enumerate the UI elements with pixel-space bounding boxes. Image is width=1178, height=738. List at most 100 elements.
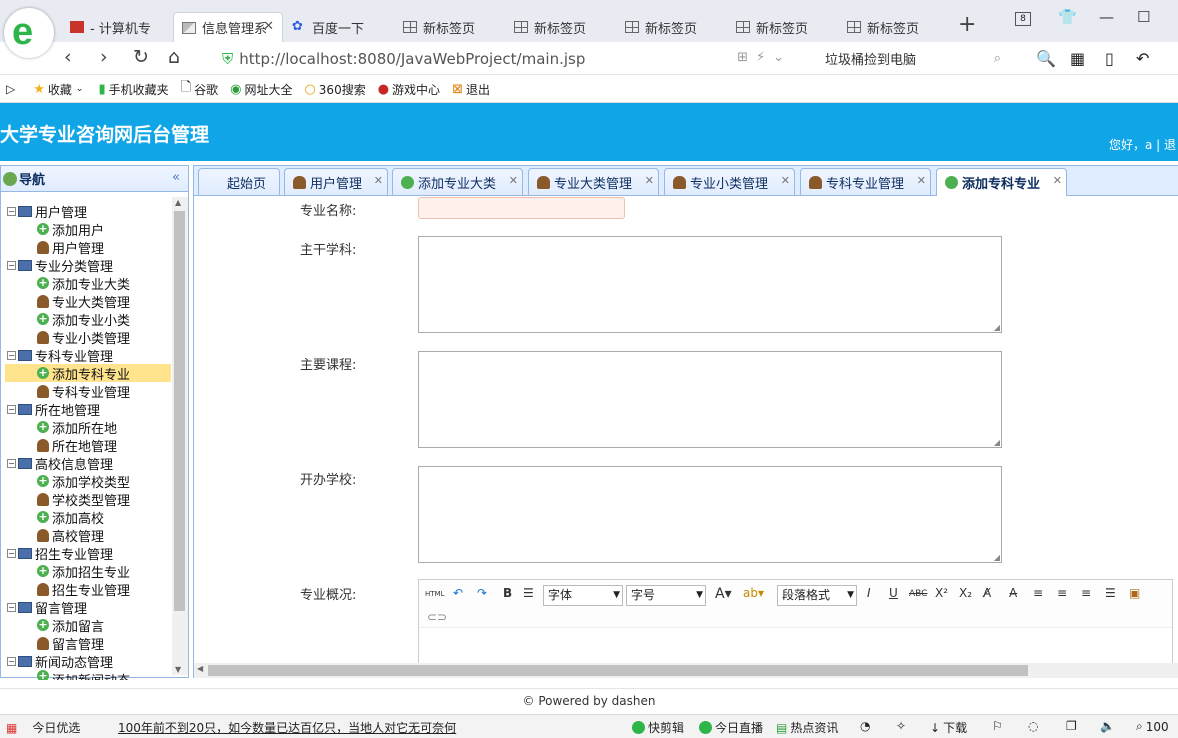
scrollbar-thumb[interactable] [174, 211, 185, 611]
main-courses-textarea[interactable]: ◢ [418, 351, 1002, 448]
tab-add-major-category[interactable]: 添加专业大类 ✕ [392, 168, 523, 195]
hot-news-item[interactable]: ▤ 热点资讯 [776, 719, 838, 736]
browser-tab[interactable]: 新标签页 [839, 12, 949, 42]
live-item[interactable]: 今日直播 [699, 719, 763, 736]
bookmark-360-search[interactable]: ○ 360搜索 [304, 81, 365, 98]
collapse-node-icon[interactable]: − [7, 458, 16, 468]
shirt-icon[interactable]: 👕 [1058, 8, 1077, 26]
search-input[interactable]: 垃圾桶捡到电脑 ⌕ [815, 45, 1005, 72]
collapse-node-icon[interactable]: − [7, 206, 16, 216]
search-icon[interactable]: ⌕ [994, 51, 1001, 66]
tab-specialty-management[interactable]: 专科专业管理 ✕ [800, 168, 931, 195]
browser-tab[interactable]: - 计算机专 [62, 12, 172, 42]
superscript-icon[interactable]: X² [935, 586, 948, 600]
sidebar-toggle-icon[interactable]: ▷ [6, 82, 15, 96]
strikethrough-icon[interactable]: ABC [909, 589, 927, 599]
close-tab-icon[interactable]: ✕ [1053, 174, 1062, 187]
back-icon[interactable]: ‹ [64, 46, 72, 68]
home-icon[interactable]: ⌂ [168, 46, 180, 68]
tree-item[interactable]: + 添加用户 [1, 220, 171, 239]
underline-icon[interactable]: U [889, 586, 898, 600]
close-tab-icon[interactable]: ✕ [917, 174, 926, 187]
browser-logo-icon[interactable]: e [4, 8, 54, 58]
tree-node-location-management[interactable]: − 所在地管理 [1, 400, 171, 419]
align-right-icon[interactable]: ≡ [1081, 586, 1091, 600]
browser-icon[interactable]: ◌ [1028, 719, 1038, 733]
volume-icon[interactable]: 🔈 [1100, 719, 1115, 733]
link-icon[interactable]: ⊂⊃ [427, 610, 447, 624]
browser-tab[interactable]: 新标签页 [395, 12, 505, 42]
tree-item[interactable]: 学校类型管理 [1, 490, 171, 509]
insert-image-icon[interactable]: ▣ [1129, 586, 1140, 600]
tree-item[interactable]: 专科专业管理 [1, 382, 171, 401]
resize-grip-icon[interactable]: ◢ [994, 323, 1000, 332]
status-icon[interactable]: ◔ [860, 719, 870, 733]
bookmark-favorites[interactable]: ★ 收藏 ⌄ [33, 81, 86, 98]
resize-grip-icon[interactable]: ◢ [994, 438, 1000, 447]
tree-scrollbar[interactable]: ▲ ▼ [172, 197, 188, 675]
scroll-up-arrow-icon[interactable]: ▲ [175, 198, 181, 207]
paragraph-format-select[interactable]: 段落格式 ▼ [777, 585, 857, 606]
subscript-icon[interactable]: X₂ [959, 586, 972, 600]
collapse-node-icon[interactable]: − [7, 602, 16, 612]
font-color-icon[interactable]: A▾ [715, 586, 732, 602]
collapse-panel-icon[interactable]: « [172, 170, 180, 185]
collapse-node-icon[interactable]: − [7, 656, 16, 666]
main-subject-textarea[interactable]: ◢ [418, 236, 1002, 333]
pin-icon[interactable]: ✧ [896, 719, 906, 733]
tree-item[interactable]: 所在地管理 [1, 436, 171, 455]
search-suggestion[interactable]: 垃圾桶捡到电脑 [825, 49, 916, 68]
phone-icon[interactable]: ▯ [1105, 49, 1114, 68]
user-greeting[interactable]: 您好，a | 退 [1109, 136, 1176, 153]
collapse-node-icon[interactable]: − [7, 548, 16, 558]
highlight-color-icon[interactable]: ab▾ [743, 586, 764, 600]
tree-item[interactable]: 高校管理 [1, 526, 171, 545]
quick-edit-item[interactable]: 快剪辑 [632, 719, 684, 736]
tree-node-enrollment-management[interactable]: − 招生专业管理 [1, 544, 171, 563]
tab-add-specialty[interactable]: 添加专科专业 ✕ [936, 168, 1067, 196]
tree-item[interactable]: + 添加专业小类 [1, 310, 171, 329]
browser-tab[interactable]: 新标签页 [728, 12, 838, 42]
tree-item[interactable]: + 添加学校类型 [1, 472, 171, 491]
collapse-node-icon[interactable]: − [7, 404, 16, 414]
remove-format-icon[interactable]: A̶ [1009, 586, 1017, 600]
align-justify-icon[interactable]: ☰ [1105, 586, 1116, 600]
minimize-icon[interactable]: — [1099, 8, 1114, 26]
collapse-node-icon[interactable]: − [7, 260, 16, 270]
close-tab-icon[interactable]: ✕ [509, 174, 518, 187]
font-select[interactable]: 字体 ▼ [543, 585, 623, 606]
tree-item[interactable]: 专业小类管理 [1, 328, 171, 347]
tree-item-selected[interactable]: + 添加专科专业 [5, 364, 171, 383]
close-tab-icon[interactable]: ✕ [263, 19, 274, 34]
tree-node-specialty-management[interactable]: − 专科专业管理 [1, 346, 171, 365]
bookmark-mobile[interactable]: ▮ 手机收藏夹 [98, 81, 168, 98]
html-source-button[interactable]: HTML [425, 590, 444, 598]
tree-item[interactable]: + 添加留言 [1, 616, 171, 635]
tree-node-user-management[interactable]: − 用户管理 [1, 202, 171, 221]
forward-icon[interactable]: › [100, 46, 108, 68]
browser-tab[interactable]: ✿ 百度一下 [284, 12, 394, 42]
maximize-icon[interactable]: ☐ [1137, 8, 1150, 26]
tree-node-message-management[interactable]: − 留言管理 [1, 598, 171, 617]
close-tab-icon[interactable]: ✕ [374, 174, 383, 187]
paragraph-icon[interactable]: ☰ [523, 586, 534, 600]
tree-item[interactable]: + 添加招生专业 [1, 562, 171, 581]
url-text[interactable]: http://localhost:8080/JavaWebProject/mai… [239, 50, 585, 68]
tree-item[interactable]: + 添加所在地 [1, 418, 171, 437]
browser-tab[interactable]: 新标签页 [506, 12, 616, 42]
tab-major-category-management[interactable]: 专业大类管理 ✕ [528, 168, 659, 195]
download-item[interactable]: ↓ 下载 [930, 719, 967, 736]
italic-icon[interactable]: I [867, 586, 871, 600]
tree-node-news-management[interactable]: − 新闻动态管理 [1, 652, 171, 671]
tab-user-management[interactable]: 用户管理 ✕ [284, 168, 388, 195]
tree-item[interactable]: 用户管理 [1, 238, 171, 257]
align-left-icon[interactable]: ≡ [1033, 586, 1043, 600]
url-field[interactable]: ⛨ http://localhost:8080/JavaWebProject/m… [222, 45, 812, 72]
search-magnifier-icon[interactable]: 🔍 [1036, 49, 1056, 68]
close-tab-icon[interactable]: ✕ [645, 174, 654, 187]
bookmark-google[interactable]: 🗋 谷歌 [181, 78, 218, 100]
apps-icon[interactable]: ▦ [1070, 49, 1085, 68]
refresh-icon[interactable]: ↻ [133, 46, 149, 68]
scroll-left-arrow-icon[interactable]: ◀ [197, 664, 203, 673]
undo-icon[interactable]: ↶ [1136, 49, 1149, 68]
